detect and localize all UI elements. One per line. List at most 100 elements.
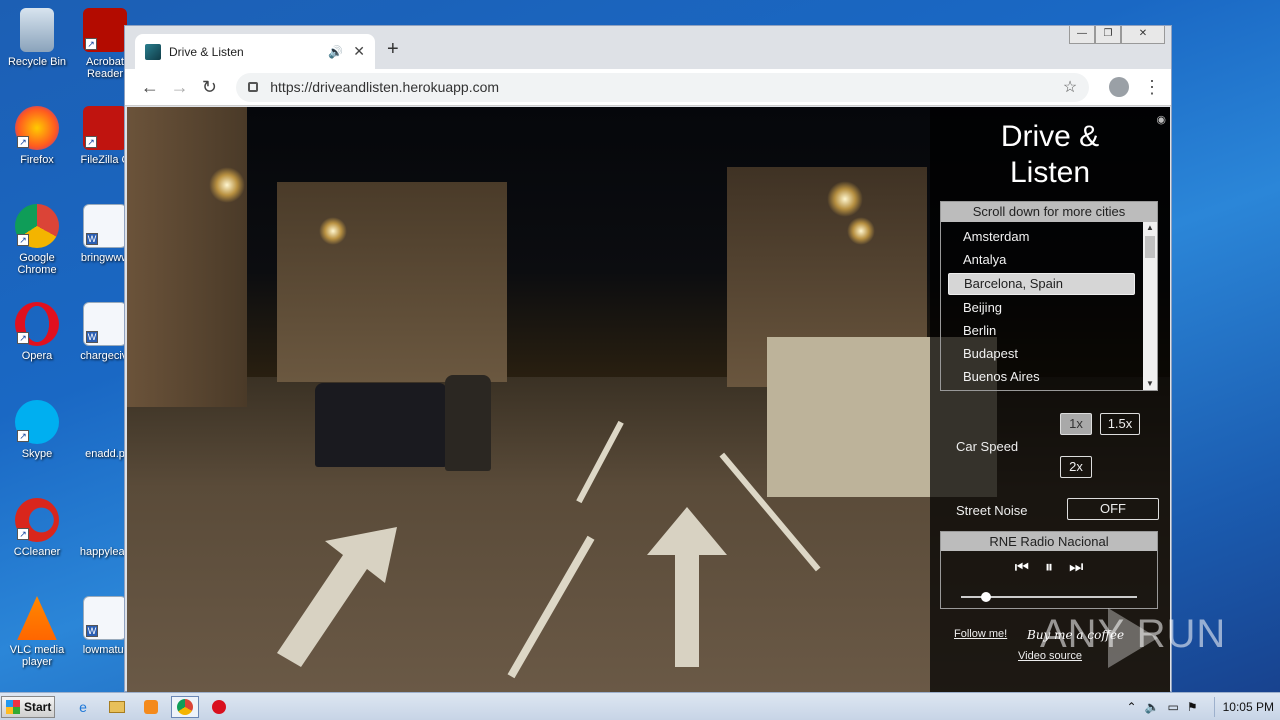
chrome-taskbar-icon[interactable] xyxy=(171,695,199,718)
car-speed-label: Car Speed xyxy=(956,439,1019,454)
desktop-icon-firefox[interactable]: ↗ Firefox xyxy=(2,106,72,166)
building-left-mid xyxy=(277,182,507,382)
word-doc-icon: W xyxy=(83,204,127,248)
acrobat-icon: ↗ xyxy=(83,8,127,52)
network-tray-icon[interactable]: ▭ xyxy=(1168,700,1179,714)
ccleaner-icon: ↗ xyxy=(15,498,59,542)
tab-audio-icon[interactable]: 🔊 xyxy=(328,45,343,59)
reload-button[interactable]: ↻ xyxy=(195,77,225,98)
volume-slider[interactable] xyxy=(961,592,1137,602)
desktop-icon-skype[interactable]: ↗ Skype xyxy=(2,400,72,460)
street-light xyxy=(319,217,347,245)
scrollbar-thumb[interactable] xyxy=(1145,236,1155,258)
street-light xyxy=(209,167,245,203)
close-window-button[interactable]: ✕ xyxy=(1121,26,1165,44)
tab-title: Drive & Listen xyxy=(169,44,244,59)
previous-track-icon[interactable]: ⏮ xyxy=(1015,559,1029,577)
building-left xyxy=(127,107,247,407)
city-item-antalya[interactable]: Antalya xyxy=(941,248,1139,271)
desktop-icon-chrome[interactable]: ↗ Google Chrome xyxy=(2,204,72,276)
toggle-panel-eye-icon[interactable]: ◉ xyxy=(1156,113,1166,126)
window-controls: — ❐ ✕ xyxy=(1069,26,1165,44)
city-list-scrollbar[interactable]: ▲ ▼ xyxy=(1143,222,1157,390)
city-item-amsterdam[interactable]: Amsterdam xyxy=(941,225,1139,248)
follow-me-link[interactable]: Follow me! xyxy=(954,628,1007,640)
back-button[interactable]: ← xyxy=(135,77,165,98)
desktop-icon-recycle-bin[interactable]: Recycle Bin xyxy=(2,8,72,68)
start-label: Start xyxy=(24,699,52,714)
recycle-bin-icon xyxy=(20,8,54,52)
chrome-icon: ↗ xyxy=(15,204,59,248)
speed-2x-button[interactable]: 2x xyxy=(1060,456,1092,478)
profile-avatar[interactable] xyxy=(1109,77,1130,97)
control-panel: ◉ Drive & Listen Scroll down for more ci… xyxy=(930,107,1170,692)
scroll-down-icon[interactable]: ▼ xyxy=(1143,378,1157,390)
filezilla-icon: ↗ xyxy=(83,106,127,150)
scroll-up-icon[interactable]: ▲ xyxy=(1143,222,1157,234)
radio-controls: ⏮ ⏸ ⏭ xyxy=(941,559,1157,577)
street-noise-toggle[interactable]: OFF xyxy=(1067,498,1159,520)
file-icon xyxy=(83,400,127,444)
file-icon xyxy=(83,498,127,542)
street-light xyxy=(847,217,875,245)
taskbar: Start e ⌃ 🔈 ▭ ⚑ 10:05 PM xyxy=(0,692,1280,720)
system-tray: ⌃ 🔈 ▭ ⚑ 10:05 PM xyxy=(1127,696,1280,717)
clock[interactable]: 10:05 PM xyxy=(1223,700,1274,714)
browser-window: Drive & Listen 🔊 ✕ + — ❐ ✕ ← → ↻ https:/… xyxy=(124,25,1172,692)
city-item-beijing[interactable]: Beijing xyxy=(941,296,1139,319)
street-light xyxy=(827,181,863,217)
city-selector: Scroll down for more cities Amsterdam An… xyxy=(940,201,1158,391)
desktop-icon-vlc[interactable]: VLC media player xyxy=(2,596,72,668)
city-item-berlin[interactable]: Berlin xyxy=(941,319,1139,342)
city-list: Amsterdam Antalya Barcelona, Spain Beiji… xyxy=(941,222,1157,389)
city-list-header: Scroll down for more cities xyxy=(941,202,1157,222)
desktop-icon-opera[interactable]: ↗ Opera xyxy=(2,302,72,362)
new-tab-button[interactable]: + xyxy=(387,38,399,61)
minimize-button[interactable]: — xyxy=(1069,26,1095,44)
pause-icon[interactable]: ⏸ xyxy=(1045,559,1053,577)
bookmark-star-icon[interactable]: ☆ xyxy=(1063,77,1077,97)
car xyxy=(315,383,447,467)
tab-strip: Drive & Listen 🔊 ✕ + — ❐ ✕ xyxy=(125,26,1171,69)
lock-icon xyxy=(248,82,259,92)
firefox-icon: ↗ xyxy=(15,106,59,150)
restore-button[interactable]: ❐ xyxy=(1095,26,1121,44)
radio-station-name: RNE Radio Nacional xyxy=(941,532,1157,551)
scooter xyxy=(445,375,491,471)
speed-1x-button[interactable]: 1x xyxy=(1060,413,1092,435)
browser-menu-button[interactable]: ⋮ xyxy=(1143,77,1161,98)
volume-tray-icon[interactable]: 🔈 xyxy=(1145,700,1160,714)
tray-separator xyxy=(1213,696,1215,717)
tray-expand-icon[interactable]: ⌃ xyxy=(1127,700,1137,714)
desktop-icons: Recycle Bin ↗ Acrobat Reader ↗ Firefox ↗… xyxy=(0,0,130,690)
media-player-taskbar-icon[interactable] xyxy=(137,696,165,718)
radio-player: RNE Radio Nacional ⏮ ⏸ ⏭ xyxy=(940,531,1158,609)
url-text[interactable]: https://driveandlisten.herokuapp.com xyxy=(270,79,1063,95)
ie-taskbar-icon[interactable]: e xyxy=(69,696,97,718)
forward-button[interactable]: → xyxy=(165,77,195,98)
app-title: Drive & Listen xyxy=(1000,120,1100,189)
action-center-flag-icon[interactable]: ⚑ xyxy=(1187,700,1198,714)
tab-drive-and-listen[interactable]: Drive & Listen 🔊 ✕ xyxy=(135,34,375,69)
skype-icon: ↗ xyxy=(15,400,59,444)
city-item-barcelona[interactable]: Barcelona, Spain xyxy=(948,272,1135,295)
address-bar[interactable]: https://driveandlisten.herokuapp.com ☆ xyxy=(236,72,1090,102)
explorer-taskbar-icon[interactable] xyxy=(103,696,131,718)
word-doc-icon: W xyxy=(83,596,127,640)
speed-1.5x-button[interactable]: 1.5x xyxy=(1100,413,1140,435)
page-content: ◉ Drive & Listen Scroll down for more ci… xyxy=(127,107,1170,692)
city-item-buenos-aires[interactable]: Buenos Aires xyxy=(941,365,1139,388)
opera-icon: ↗ xyxy=(15,302,59,346)
next-track-icon[interactable]: ⏭ xyxy=(1069,559,1083,577)
start-button[interactable]: Start xyxy=(1,695,55,718)
watermark: ANY RUN xyxy=(1040,612,1227,656)
volume-slider-knob[interactable] xyxy=(980,592,991,602)
word-doc-icon: W xyxy=(83,302,127,346)
vlc-icon xyxy=(17,596,57,640)
tab-close-icon[interactable]: ✕ xyxy=(353,43,365,60)
opera-taskbar-icon[interactable] xyxy=(205,696,233,718)
desktop-icon-ccleaner[interactable]: ↗ CCleaner xyxy=(2,498,72,558)
site-favicon-icon xyxy=(145,43,161,60)
browser-toolbar: ← → ↻ https://driveandlisten.herokuapp.c… xyxy=(125,69,1171,106)
city-item-budapest[interactable]: Budapest xyxy=(941,342,1139,365)
